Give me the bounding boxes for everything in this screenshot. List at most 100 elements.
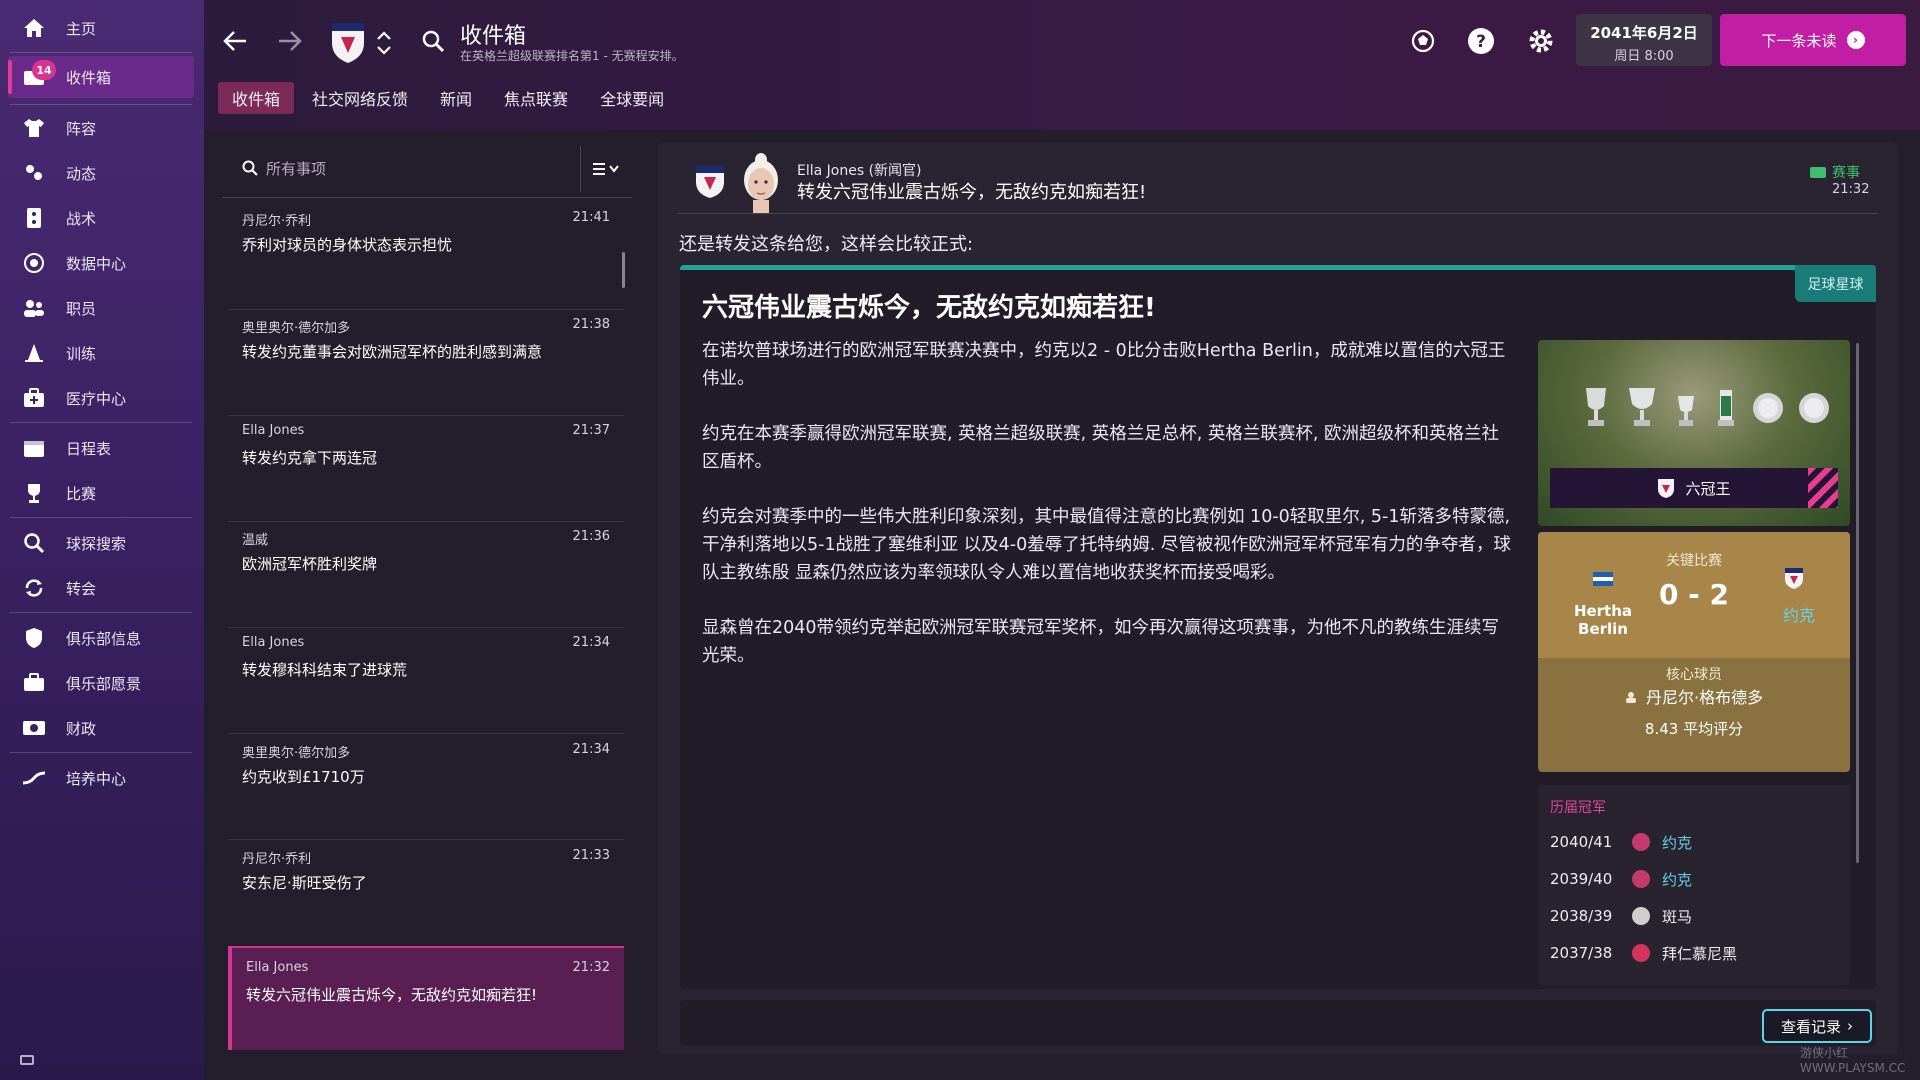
message-item[interactable]: 丹尼尔·乔利 21:41 乔利对球员的身体状态表示担忧: [228, 198, 624, 302]
view-records-button[interactable]: 查看记录 ›: [1762, 1009, 1872, 1043]
sidebar-item-label: 俱乐部信息: [66, 629, 142, 648]
article-footer-bar: [680, 1000, 1876, 1046]
tab-world-news[interactable]: 全球要闻: [586, 82, 678, 114]
message-subject: 转发约克董事会对欧洲冠军杯的胜利感到满意: [242, 343, 543, 361]
winner-row: 2039/40 约克: [1550, 864, 1840, 894]
sidebar-item-label: 比赛: [66, 484, 97, 503]
sidebar-item-home[interactable]: 主页: [8, 7, 194, 49]
game-date-button[interactable]: 2041年6月2日 周日 8:00: [1576, 14, 1712, 66]
message-intro-text: 还是转发这条给您，这样会比较正式:: [679, 234, 974, 255]
message-item[interactable]: 奥里奥尔·德尔加多 21:38 转发约克董事会对欧洲冠军杯的胜利感到满意: [228, 305, 624, 409]
next-unread-label: 下一条未读: [1761, 31, 1837, 50]
message-time: 21:38: [572, 317, 610, 332]
search-icon[interactable]: [418, 26, 448, 56]
past-winners-panel: 历届冠军 2040/41 约克 2039/40 约克 2038/39 斑马 20…: [1538, 785, 1850, 985]
feedback-icon[interactable]: [20, 1055, 34, 1065]
sidebar-item-data-hub[interactable]: 数据中心: [8, 242, 194, 284]
tab-inbox[interactable]: 收件箱: [218, 82, 295, 114]
message-search-input[interactable]: 所有事项: [222, 140, 578, 196]
message-subject: 转发约克拿下两连冠: [242, 449, 378, 467]
settings-gear-icon[interactable]: [1526, 26, 1556, 56]
winner-team[interactable]: 斑马: [1662, 906, 1692, 927]
message-item[interactable]: Ella Jones 21:37 转发约克拿下两连冠: [228, 411, 624, 515]
trophy-image: 六冠王: [1538, 340, 1850, 526]
sidebar-item-club-vision[interactable]: 俱乐部愿景: [8, 662, 194, 704]
search-icon: [242, 160, 258, 176]
key-player[interactable]: 丹尼尔·格布德多: [1538, 684, 1850, 708]
squad-shirt-icon: [20, 116, 48, 140]
message-item[interactable]: Ella Jones 21:34 转发穆科科结束了进球荒: [228, 623, 624, 727]
sidebar-item-label: 球探搜索: [66, 534, 127, 553]
development-icon: [20, 766, 48, 790]
club-crest-icon[interactable]: [328, 16, 368, 66]
list-scrollbar[interactable]: [622, 252, 625, 288]
category-tag[interactable]: 赛事: [1810, 162, 1860, 182]
sidebar-item-tactics[interactable]: 战术: [8, 197, 194, 239]
next-unread-button[interactable]: 下一条未读 ›: [1720, 14, 1906, 66]
sidebar-item-transfers[interactable]: 转会: [8, 567, 194, 609]
sidebar-item-label: 医疗中心: [66, 389, 127, 408]
york-crest-icon: [1632, 870, 1650, 888]
message-item[interactable]: 温威 21:36 欧洲冠军杯胜利奖牌: [228, 517, 624, 621]
message-sender: 奥里奥尔·德尔加多: [242, 746, 351, 761]
club-crest-icon: [1658, 479, 1675, 498]
tab-news[interactable]: 新闻: [426, 82, 486, 114]
message-item-selected[interactable]: Ella Jones 21:32 转发六冠伟业震古烁今，无敌约克如痴若狂!: [228, 946, 624, 1050]
divider: [10, 517, 192, 518]
tab-focus-leagues[interactable]: 焦点联赛: [490, 82, 582, 114]
game-time: 周日 8:00: [1614, 49, 1674, 64]
sidebar: 主页 14 收件箱 阵容 动态 战术 数据中心 职员 训练 医疗中心 日程表 比…: [0, 0, 204, 1080]
winner-team[interactable]: 约克: [1662, 869, 1692, 890]
sidebar-item-medical[interactable]: 医疗中心: [8, 377, 194, 419]
filter-menu-button[interactable]: [580, 146, 632, 192]
back-arrow-icon[interactable]: [220, 26, 250, 56]
sidebar-item-dynamics[interactable]: 动态: [8, 152, 194, 194]
key-player-rating: 8.43 平均评分: [1644, 720, 1744, 738]
person-icon: [1625, 692, 1636, 703]
divider: [678, 213, 1878, 214]
sidebar-item-finances[interactable]: 财政: [8, 707, 194, 749]
sidebar-item-schedule[interactable]: 日程表: [8, 427, 194, 469]
transfer-icon: [20, 576, 48, 600]
away-team[interactable]: 约克: [1764, 602, 1834, 626]
help-icon[interactable]: ?: [1466, 26, 1496, 56]
article-scrollbar[interactable]: [1856, 343, 1859, 863]
message-subject: 转发六冠伟业震古烁今，无敌约克如痴若狂!: [246, 986, 538, 1004]
sidebar-item-label: 转会: [66, 579, 97, 598]
game-ball-icon[interactable]: [1408, 26, 1438, 56]
tab-social-feed[interactable]: 社交网络反馈: [298, 82, 422, 114]
home-team[interactable]: Hertha Berlin: [1548, 602, 1658, 638]
winner-row: 2038/39 斑马: [1550, 901, 1840, 931]
message-item[interactable]: 丹尼尔·乔利 21:33 安东尼·斯旺受伤了: [228, 836, 624, 940]
sidebar-item-development[interactable]: 培养中心: [8, 757, 194, 799]
message-sender-name: Ella Jones (新闻官): [797, 163, 922, 179]
winner-season: 2037/38: [1550, 944, 1613, 962]
shield-icon: [20, 626, 48, 650]
winner-team[interactable]: 约克: [1662, 832, 1692, 853]
training-cone-icon: [20, 341, 48, 365]
forward-arrow-icon[interactable]: [275, 26, 305, 56]
club-switch-chevrons-icon[interactable]: [374, 26, 394, 60]
winner-season: 2038/39: [1550, 907, 1613, 925]
sidebar-item-label: 职员: [66, 299, 97, 318]
sidebar-item-training[interactable]: 训练: [8, 332, 194, 374]
sidebar-item-label: 俱乐部愿景: [66, 674, 142, 693]
sidebar-item-club-info[interactable]: 俱乐部信息: [8, 617, 194, 659]
message-list: 所有事项 丹尼尔·乔利 21:41 乔利对球员的身体状态表示担忧 奥里奥尔·德尔…: [222, 140, 632, 1070]
medical-bag-icon: [20, 386, 48, 410]
sidebar-item-label: 日程表: [66, 439, 112, 458]
winner-team[interactable]: 拜仁慕尼黑: [1662, 943, 1737, 964]
dynamics-icon: [20, 161, 48, 185]
message-item[interactable]: 奥里奥尔·德尔加多 21:34 约克收到£1710万: [228, 730, 624, 834]
article-source-tag: 足球星球: [1795, 265, 1876, 302]
juventus-crest-icon: [1632, 907, 1650, 925]
sidebar-item-scouting[interactable]: 球探搜索: [8, 522, 194, 564]
sidebar-item-competitions[interactable]: 比赛: [8, 472, 194, 514]
club-crest-icon: [694, 162, 726, 204]
message-sender: 温威: [242, 533, 269, 548]
key-match-card[interactable]: 关键比赛 0 - 2 Hertha Berlin 约克 核心球员 丹尼尔·格布德…: [1538, 532, 1850, 772]
sidebar-item-staff[interactable]: 职员: [8, 287, 194, 329]
sidebar-item-squad[interactable]: 阵容: [8, 107, 194, 149]
sidebar-item-inbox[interactable]: 14 收件箱: [8, 56, 194, 98]
chevron-right-icon: ›: [1847, 1017, 1853, 1035]
